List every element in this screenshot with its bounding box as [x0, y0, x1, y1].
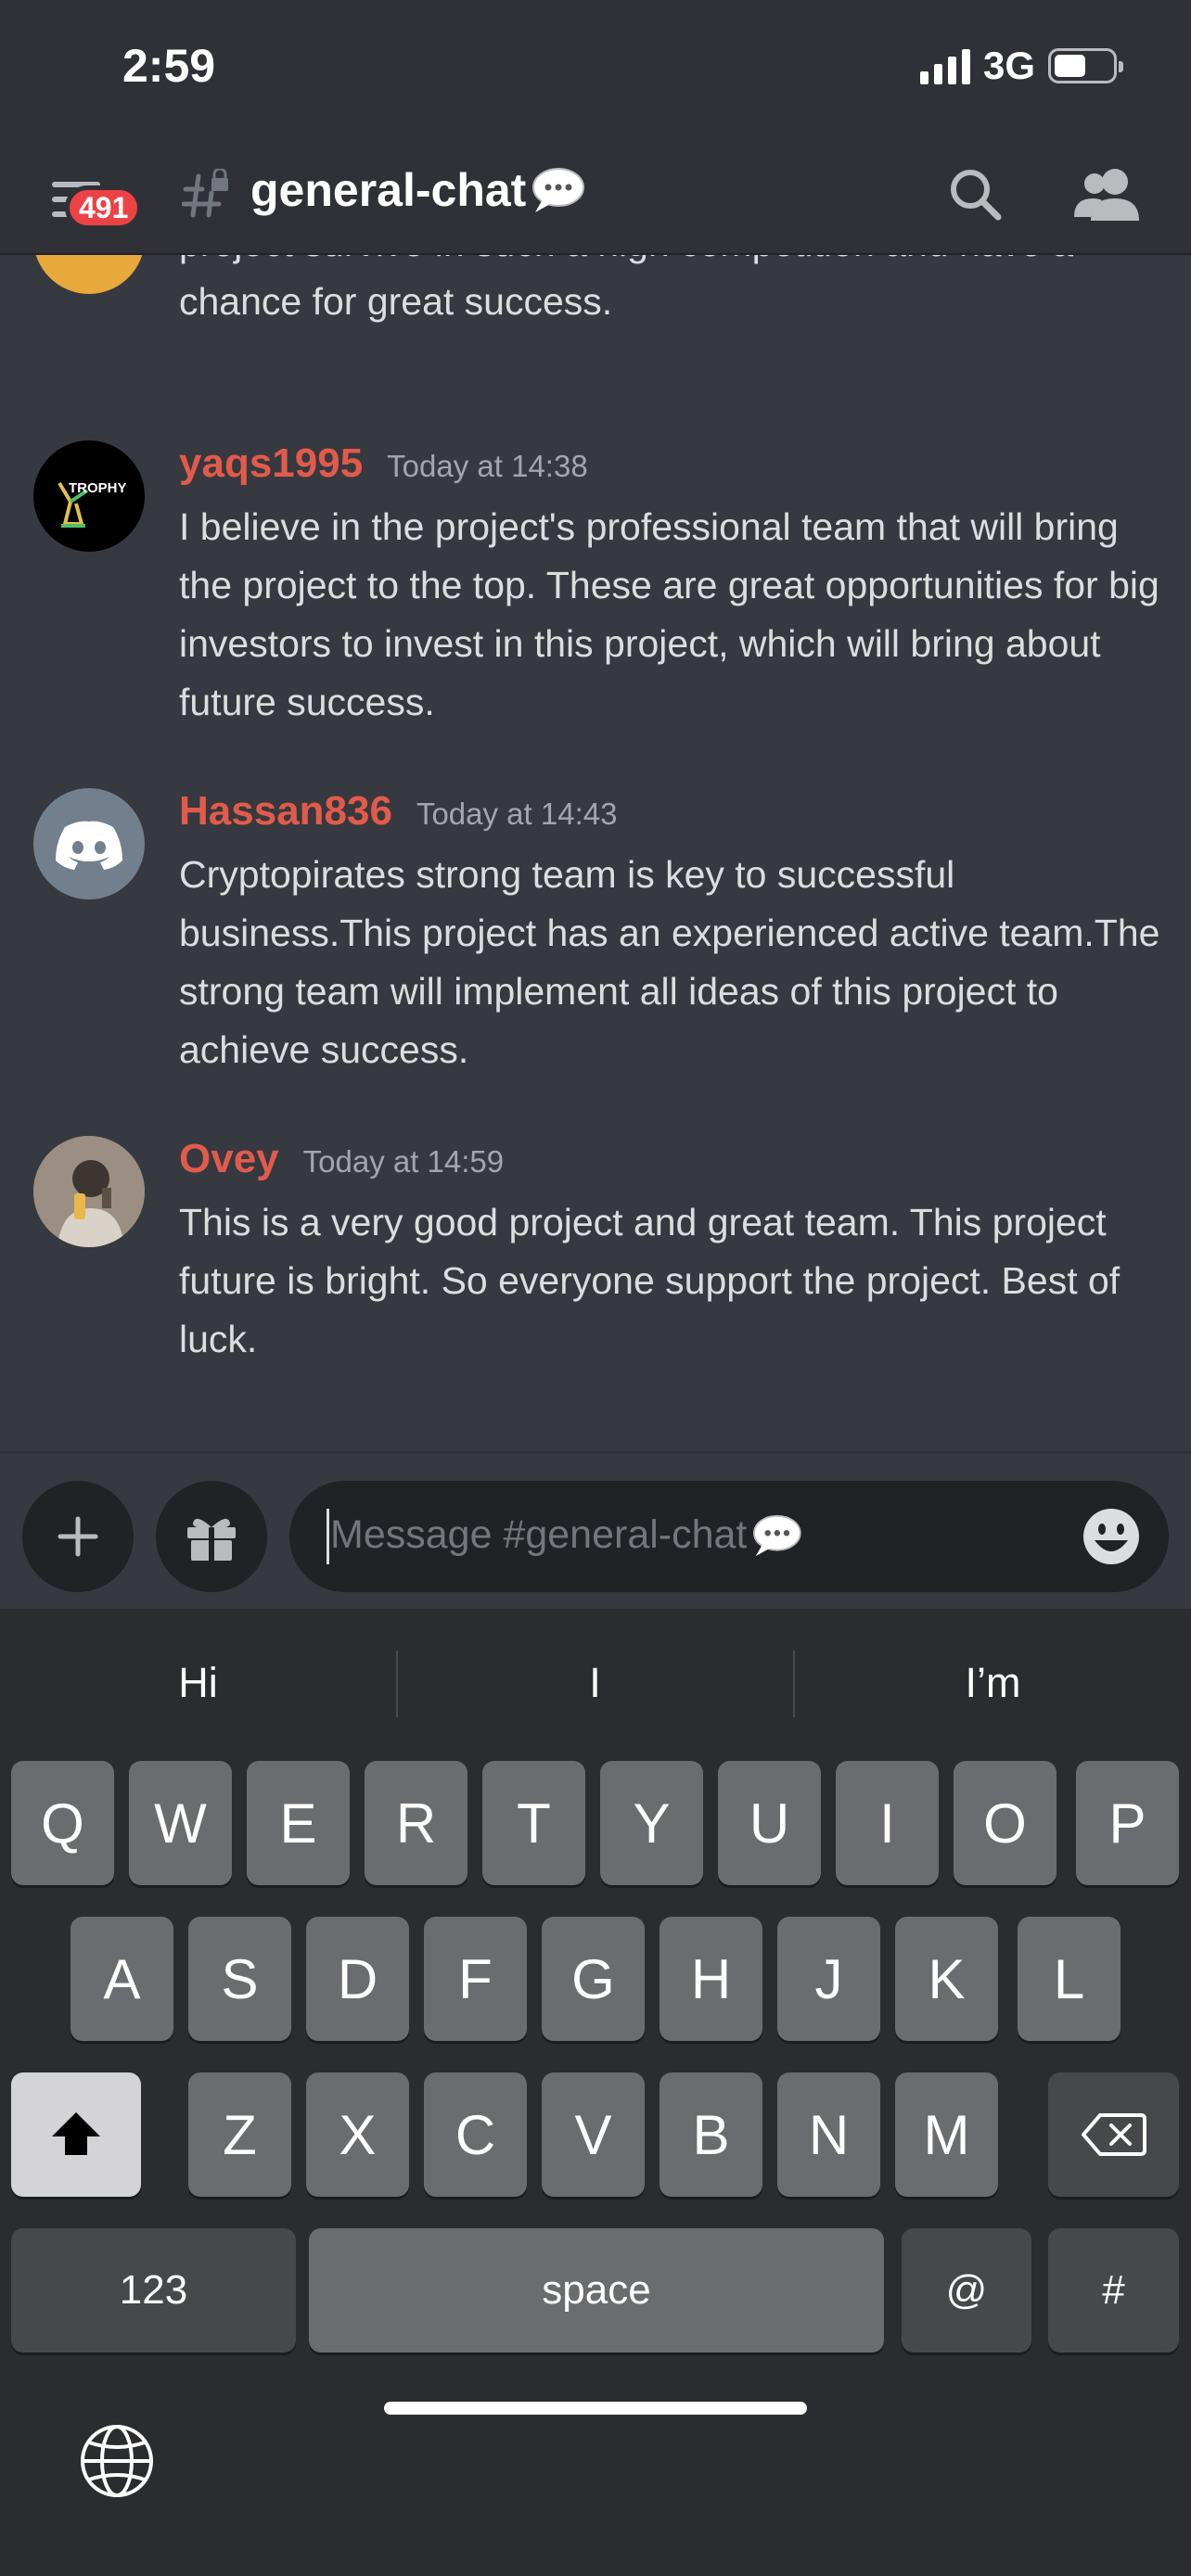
- status-indicators: 3G: [919, 43, 1123, 89]
- emoji-icon[interactable]: [1082, 1507, 1141, 1566]
- author-name[interactable]: Ovey: [179, 1136, 279, 1182]
- key-u[interactable]: U: [718, 1761, 821, 1885]
- key-o[interactable]: O: [954, 1761, 1057, 1885]
- search-icon[interactable]: [942, 161, 1009, 228]
- locked-channel-icon: [182, 169, 228, 218]
- space-key[interactable]: space: [309, 2228, 884, 2353]
- author-name[interactable]: Hassan836: [179, 788, 392, 835]
- timestamp: Today at 14:38: [387, 449, 588, 483]
- key-t[interactable]: T: [482, 1761, 585, 1885]
- message-body: Hassan836 Today at 14:43 Cryptopirates s…: [179, 788, 1176, 1079]
- keyboard: Hi I I’m Q W E R T Y U I O P A S D F G H…: [0, 1609, 1191, 2576]
- message-text: project survive in such a high competiti…: [179, 255, 1073, 323]
- home-indicator[interactable]: [384, 2402, 807, 2415]
- numbers-key[interactable]: 123: [11, 2228, 296, 2353]
- shift-icon: [52, 2112, 100, 2155]
- plus-icon: [58, 1516, 98, 1557]
- message-body: Ovey Today at 14:59 This is a very good …: [179, 1136, 1176, 1369]
- shift-key[interactable]: [11, 2072, 141, 2197]
- channel-name: general-chat: [250, 164, 527, 216]
- message-input[interactable]: Message #general-chat: [289, 1481, 1169, 1592]
- add-attachment-button[interactable]: [22, 1481, 134, 1592]
- hash-key[interactable]: #: [1048, 2228, 1179, 2353]
- suggestion-item[interactable]: Hi: [0, 1646, 396, 1720]
- key-k[interactable]: K: [895, 1917, 998, 2041]
- key-v[interactable]: V: [542, 2072, 645, 2197]
- speech-balloon-icon: [753, 1514, 802, 1556]
- network-type: 3G: [982, 44, 1035, 87]
- suggestion-item[interactable]: I: [397, 1646, 793, 1720]
- speech-balloon-icon: [532, 168, 585, 212]
- status-time: 2:59: [122, 40, 216, 92]
- message-placeholder: Message #general-chat: [330, 1512, 748, 1557]
- avatar[interactable]: [33, 1136, 145, 1247]
- key-i[interactable]: I: [836, 1761, 939, 1885]
- timestamp: Today at 14:59: [302, 1144, 505, 1179]
- channel-title[interactable]: general-chat: [250, 163, 585, 217]
- key-z[interactable]: Z: [188, 2072, 291, 2197]
- message-text: Cryptopirates strong team is key to succ…: [179, 853, 1160, 1071]
- signal-icon: [919, 47, 970, 84]
- key-a[interactable]: A: [70, 1917, 173, 2041]
- key-n[interactable]: N: [777, 2072, 880, 2197]
- avatar-text: TROPHY: [69, 480, 127, 496]
- key-q[interactable]: Q: [11, 1761, 114, 1885]
- key-r[interactable]: R: [365, 1761, 467, 1885]
- message-text: This is a very good project and great te…: [179, 1201, 1121, 1360]
- key-l[interactable]: L: [1018, 1917, 1121, 2041]
- key-m[interactable]: M: [895, 2072, 998, 2197]
- message-body: yaqs1995 Today at 14:38 I believe in the…: [179, 440, 1176, 732]
- key-f[interactable]: F: [424, 1917, 527, 2041]
- gift-button[interactable]: [156, 1481, 267, 1592]
- avatar[interactable]: [33, 255, 145, 294]
- avatar[interactable]: [33, 788, 145, 899]
- message-composer: Message #general-chat: [0, 1451, 1191, 1609]
- message-list[interactable]: project survive in such a high competiti…: [0, 255, 1191, 1451]
- key-y[interactable]: Y: [600, 1761, 703, 1885]
- suggestion-item[interactable]: I’m: [795, 1646, 1191, 1720]
- key-s[interactable]: S: [188, 1917, 291, 2041]
- key-w[interactable]: W: [129, 1761, 232, 1885]
- trophy-logo: TROPHY: [58, 480, 127, 528]
- delete-key[interactable]: [1048, 2072, 1179, 2197]
- status-bar: 2:59 3G: [0, 0, 1191, 139]
- suggestion-bar: Hi I I’m: [0, 1609, 1191, 1748]
- key-b[interactable]: B: [660, 2072, 762, 2197]
- author-name[interactable]: yaqs1995: [179, 440, 363, 487]
- key-p[interactable]: P: [1076, 1761, 1179, 1885]
- backspace-icon: [1081, 2113, 1146, 2156]
- key-e[interactable]: E: [247, 1761, 350, 1885]
- unread-badge: 491: [65, 185, 143, 230]
- members-icon[interactable]: [1072, 161, 1143, 228]
- message-text: I believe in the project's professional …: [179, 505, 1159, 723]
- avatar[interactable]: TROPHY: [33, 440, 145, 552]
- user-photo: [33, 1136, 145, 1247]
- key-d[interactable]: D: [306, 1917, 409, 2041]
- discord-logo-icon: [56, 821, 122, 870]
- gift-icon: [187, 1518, 236, 1561]
- key-x[interactable]: X: [306, 2072, 409, 2197]
- key-h[interactable]: H: [660, 1917, 762, 2041]
- battery-icon: [1048, 48, 1123, 83]
- key-c[interactable]: C: [424, 2072, 527, 2197]
- channel-header: 491 general-chat: [0, 139, 1191, 255]
- at-key[interactable]: @: [902, 2228, 1031, 2353]
- timestamp: Today at 14:43: [416, 797, 618, 831]
- globe-icon[interactable]: [78, 2422, 156, 2500]
- key-j[interactable]: J: [777, 1917, 880, 2041]
- key-g[interactable]: G: [542, 1917, 645, 2041]
